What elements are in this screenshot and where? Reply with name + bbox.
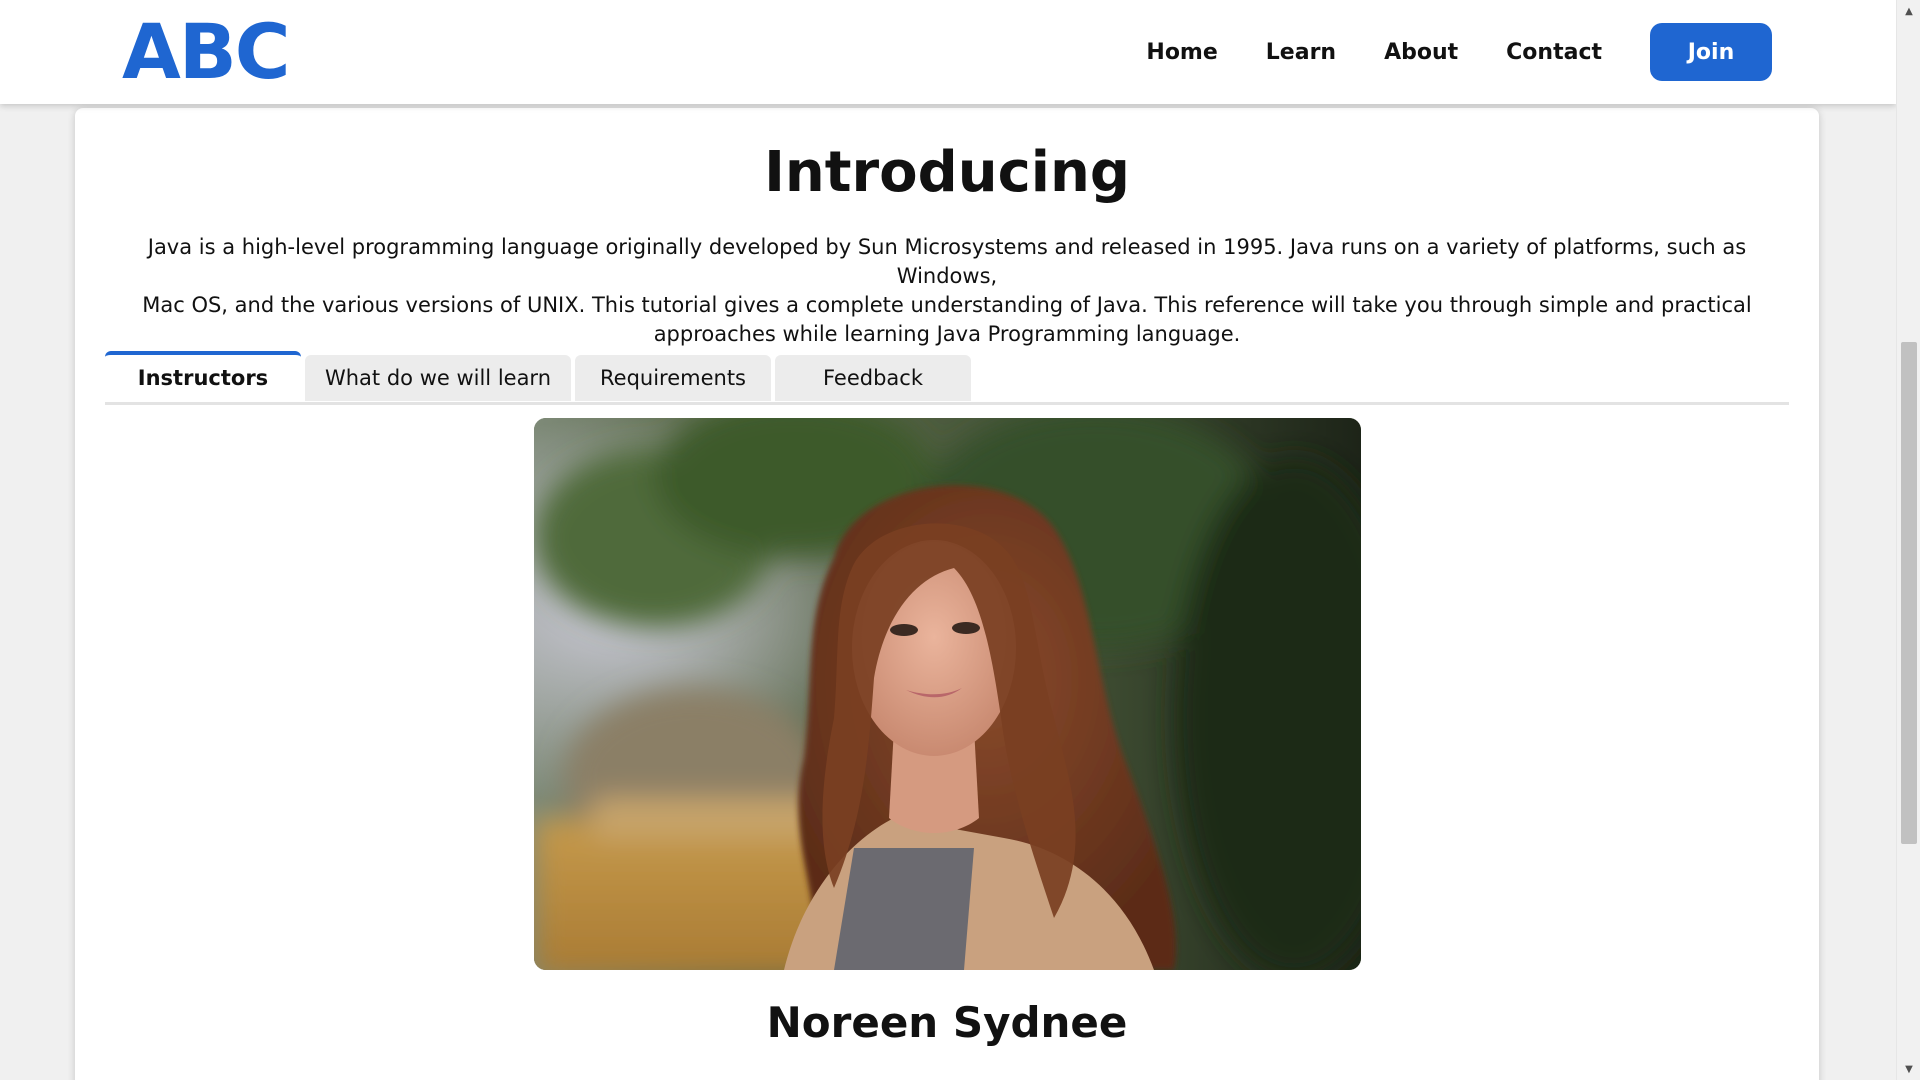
- main-nav: Home Learn About Contact Join: [1146, 0, 1896, 104]
- nav-contact-link[interactable]: Contact: [1506, 40, 1602, 65]
- scroll-down-arrow-icon[interactable]: ▼: [1897, 1058, 1920, 1080]
- intro-line: Java is a high-level programming languag…: [147, 235, 1747, 288]
- intro-line: Mac OS, and the various versions of UNIX…: [142, 293, 1752, 317]
- intro-paragraph: Java is a high-level programming languag…: [115, 233, 1779, 349]
- instructor-photo: [534, 418, 1361, 970]
- course-tabs: Instructors What do we will learn Requir…: [105, 351, 1789, 405]
- join-button[interactable]: Join: [1650, 23, 1772, 81]
- course-card: Introducing Java is a high-level program…: [75, 108, 1819, 1080]
- page-viewport: ABC Home Learn About Contact Join Introd…: [0, 0, 1896, 1080]
- instructor-name: Noreen Sydnee: [766, 998, 1128, 1047]
- scroll-thumb[interactable]: [1901, 342, 1917, 844]
- tab-feedback[interactable]: Feedback: [775, 355, 971, 401]
- page-title: Introducing: [764, 140, 1130, 205]
- site-header: ABC Home Learn About Contact Join: [0, 0, 1896, 104]
- site-logo[interactable]: ABC: [122, 12, 291, 92]
- intro-line: approaches while learning Java Programmi…: [653, 322, 1241, 346]
- nav-learn-link[interactable]: Learn: [1266, 40, 1336, 65]
- nav-home-link[interactable]: Home: [1146, 40, 1217, 65]
- scroll-up-arrow-icon[interactable]: ▲: [1897, 0, 1920, 22]
- tab-what-we-will-learn[interactable]: What do we will learn: [305, 355, 571, 401]
- vertical-scrollbar[interactable]: ▲ ▼: [1896, 0, 1920, 1080]
- nav-about-link[interactable]: About: [1384, 40, 1458, 65]
- tab-instructors[interactable]: Instructors: [105, 351, 301, 401]
- tab-requirements[interactable]: Requirements: [575, 355, 771, 401]
